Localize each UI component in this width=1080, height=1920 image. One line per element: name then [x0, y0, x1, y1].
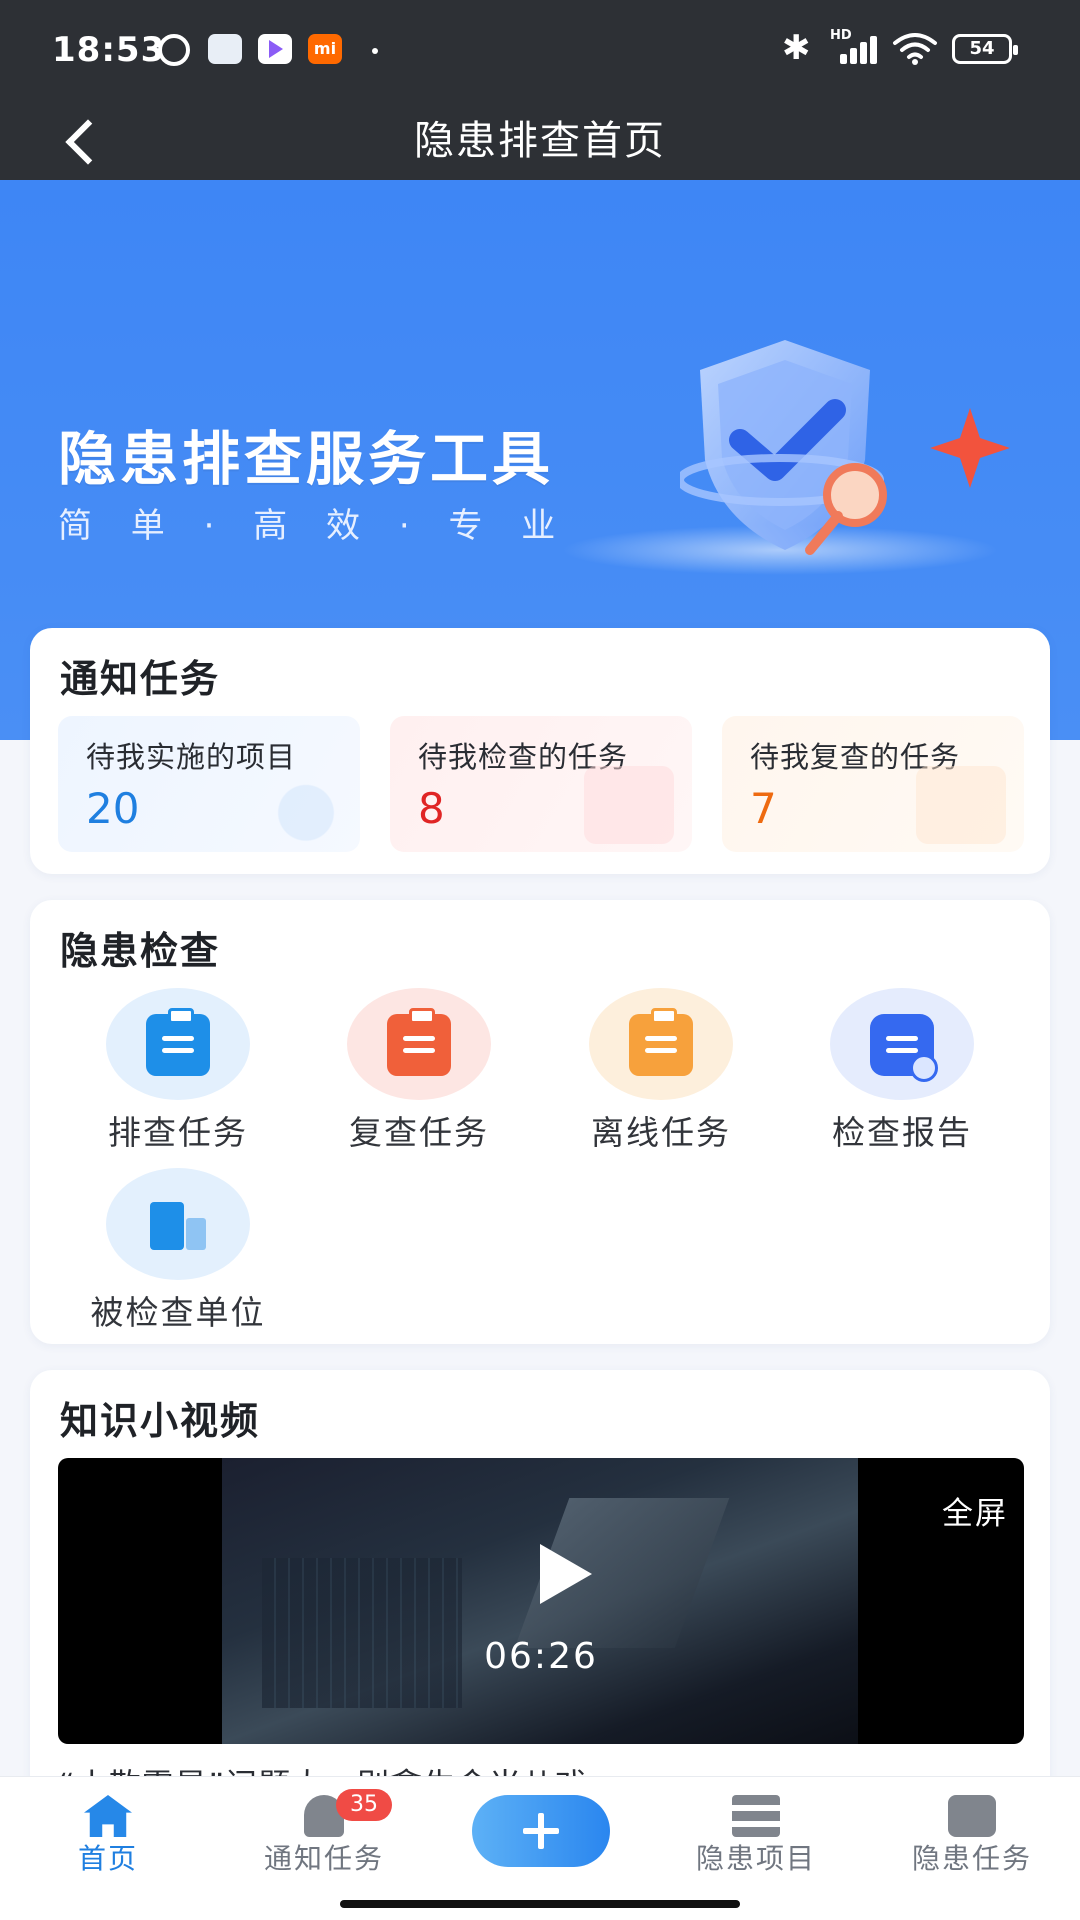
status-bar: 18:53 mi ✱ HD 54 [0, 0, 1080, 100]
play-icon[interactable] [540, 1544, 592, 1604]
tile-count: 7 [750, 784, 777, 833]
tab-hazard-tasks[interactable]: 隐患任务 [872, 1777, 1072, 1887]
banner-subheading: 简 单 · 高 效 · 专 业 [58, 506, 570, 546]
pending-implement-tile[interactable]: 待我实施的项目 20 [58, 716, 360, 852]
offline-clipboard-icon [629, 1008, 693, 1076]
tab-hazard-projects[interactable]: 隐患项目 [656, 1777, 856, 1887]
page-title: 隐患排查首页 [414, 118, 666, 164]
battery-icon: 54 [952, 34, 1018, 64]
tile-count: 20 [86, 784, 140, 833]
video-player[interactable]: 全屏 06:26 [58, 1458, 1024, 1744]
status-time: 18:53 [52, 30, 166, 70]
home-icon [84, 1795, 132, 1837]
offline-task-button[interactable]: 离线任务 [529, 988, 769, 1158]
grid-item-label: 被检查单位 [90, 1293, 266, 1332]
list-icon [732, 1795, 780, 1837]
recheck-task-button[interactable]: 复查任务 [287, 988, 527, 1158]
inspection-clipboard-icon [146, 1008, 210, 1076]
notify-tasks-title: 通知任务 [60, 657, 221, 701]
knowledge-video-title: 知识小视频 [60, 1399, 261, 1443]
tab-label: 隐患项目 [695, 1842, 816, 1875]
report-icon [870, 1014, 938, 1082]
tab-notify-tasks[interactable]: 35 通知任务 [224, 1777, 424, 1887]
grid-item-label: 检查报告 [832, 1113, 972, 1152]
grid-item-label: 离线任务 [591, 1113, 731, 1152]
clock-icon [252, 766, 342, 844]
task-clipboard-icon [948, 1795, 996, 1837]
play-store-icon [258, 34, 292, 64]
pending-check-tile[interactable]: 待我检查的任务 8 [390, 716, 692, 852]
mi-icon: mi [308, 34, 342, 64]
building-icon [146, 1194, 210, 1256]
top-bar: 18:53 mi ✱ HD 54 隐患排查首页 [0, 0, 1080, 180]
add-button[interactable] [472, 1795, 610, 1867]
fullscreen-button[interactable]: 全屏 [942, 1488, 1008, 1533]
recheck-clipboard-icon [387, 1008, 451, 1076]
video-duration: 06:26 [484, 1636, 598, 1677]
title-bar: 隐患排查首页 [0, 100, 1080, 180]
banner-heading: 隐患排查服务工具 [58, 425, 555, 493]
app-icon [208, 34, 242, 64]
tab-label: 通知任务 [263, 1842, 384, 1875]
tile-count: 8 [418, 784, 445, 833]
hazard-check-card: 隐患检查 排查任务 复查任务 离线任务 检查报告 被检查单位 [30, 900, 1050, 1344]
inspected-unit-button[interactable]: 被检查单位 [46, 1168, 286, 1338]
shield-check-icon [680, 340, 887, 555]
grid-item-label: 复查任务 [349, 1113, 489, 1152]
list-icon [916, 766, 1006, 844]
knowledge-video-card: 知识小视频 全屏 06:26 “小散零星”问题大，别拿生命当儿戏 [30, 1370, 1050, 1830]
grid-item-label: 排查任务 [108, 1113, 248, 1152]
bluetooth-icon: ✱ [782, 28, 811, 68]
tab-home[interactable]: 首页 [8, 1777, 208, 1887]
sparkle-icon [930, 408, 1010, 488]
list-icon [584, 766, 674, 844]
signal-icon [830, 34, 880, 64]
tab-label: 首页 [77, 1842, 138, 1875]
notification-dot [372, 48, 378, 54]
alarm-icon [158, 34, 190, 66]
inspection-report-button[interactable]: 检查报告 [770, 988, 1010, 1158]
notify-tasks-card: 通知任务 待我实施的项目 20 待我检查的任务 8 待我复查的任务 7 [30, 628, 1050, 874]
bottom-tab-bar: 首页 35 通知任务 隐患项目 隐患任务 [0, 1776, 1080, 1920]
pending-recheck-tile[interactable]: 待我复查的任务 7 [722, 716, 1024, 852]
wifi-icon [893, 33, 937, 65]
notification-count-badge: 35 [336, 1789, 392, 1821]
hazard-check-title: 隐患检查 [60, 929, 221, 973]
tab-label: 隐患任务 [911, 1842, 1032, 1875]
inspection-task-button[interactable]: 排查任务 [46, 988, 286, 1158]
home-indicator[interactable] [340, 1900, 740, 1908]
